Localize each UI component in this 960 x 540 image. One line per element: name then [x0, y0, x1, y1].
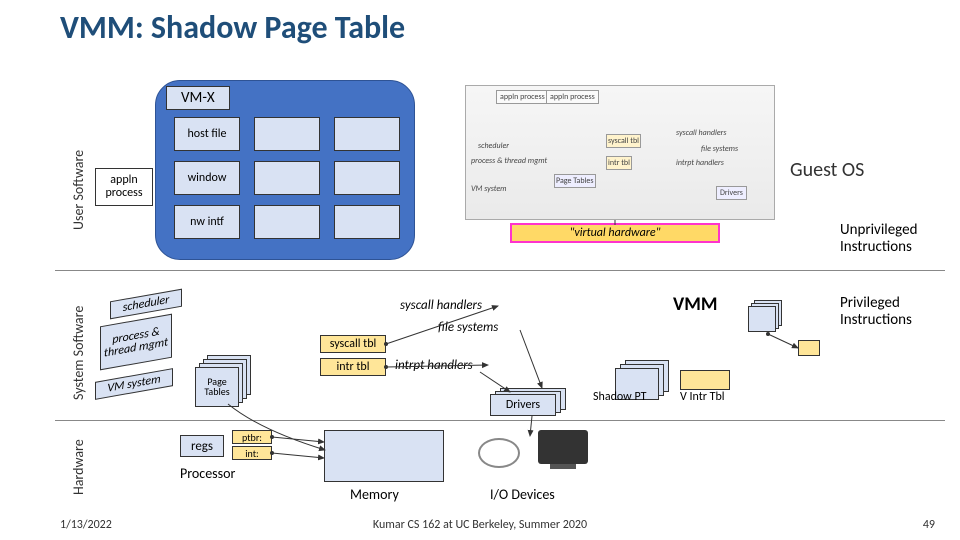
io-devices-label: I/O Devices: [490, 486, 555, 503]
vm-slot-empty: [334, 161, 400, 195]
processor-label: Processor: [180, 465, 235, 482]
shadow-pt-label: Shadow PT: [593, 390, 646, 404]
monitor-stand-icon: [550, 464, 576, 469]
syscall-tbl-box: syscall tbl: [320, 335, 386, 353]
intrpt-handlers-label: intrpt handlers: [395, 358, 473, 373]
vm-slot-empty: [254, 117, 320, 151]
regs-box: regs: [180, 435, 224, 457]
separator-line: [55, 420, 945, 421]
memory-label: Memory: [350, 486, 399, 503]
footer-attribution: Kumar CS 162 at UC Berkeley, Summer 2020: [373, 518, 587, 532]
vm-x-container: VM-X host file window nw intf: [155, 80, 415, 260]
vm-x-header: VM-X: [166, 86, 230, 110]
vm-slot-empty: [334, 205, 400, 239]
monitor-icon: [538, 430, 588, 464]
separator-line: [55, 270, 945, 271]
window-box: window: [174, 161, 240, 195]
file-systems-label: file systems: [438, 320, 498, 335]
vm-slot-empty: [334, 117, 400, 151]
unprivileged-label: Unprivileged Instructions: [840, 222, 960, 255]
int-box: int:: [232, 446, 272, 460]
ptm-label: process & thread mgmt: [100, 314, 172, 371]
vmm-small-yellow: [798, 340, 820, 356]
footer-date: 1/13/2022: [60, 518, 112, 532]
page-tables-stack: Page Tables: [195, 355, 251, 403]
memory-box: [324, 430, 444, 482]
drivers-stack: Drivers: [490, 388, 568, 416]
footer-page-number: 49: [923, 518, 935, 532]
syscall-handlers-label: syscall handlers: [400, 298, 482, 313]
host-file-box: host file: [174, 117, 240, 151]
vmm-small-stack: [748, 300, 784, 334]
row-label-user: User Software: [70, 150, 87, 230]
row-label-hardware: Hardware: [70, 439, 87, 495]
vintr-tbl-box: [680, 370, 730, 390]
nw-intf-box: nw intf: [174, 205, 240, 239]
privileged-label: Privileged Instructions: [840, 295, 960, 328]
vm-slot-empty: [254, 205, 320, 239]
virtual-hardware-label: "virtual hardware": [510, 223, 720, 243]
disk-icon: [478, 438, 520, 468]
guest-os-label: Guest OS: [790, 158, 864, 182]
intr-tbl-box: intr tbl: [320, 358, 386, 376]
vmm-label: VMM: [673, 293, 717, 316]
guest-os-thumbnail: appln process appln process scheduler pr…: [465, 85, 775, 220]
vintr-tbl-label: V Intr Tbl: [680, 390, 725, 404]
ptbr-box: ptbr:: [232, 430, 272, 444]
vm-system-label: VM system: [95, 368, 173, 400]
slide-title: VMM: Shadow Page Table: [60, 8, 405, 47]
row-label-system: System Software: [70, 306, 87, 400]
vm-slot-empty: [254, 161, 320, 195]
appln-process-box: appln process: [95, 168, 153, 206]
